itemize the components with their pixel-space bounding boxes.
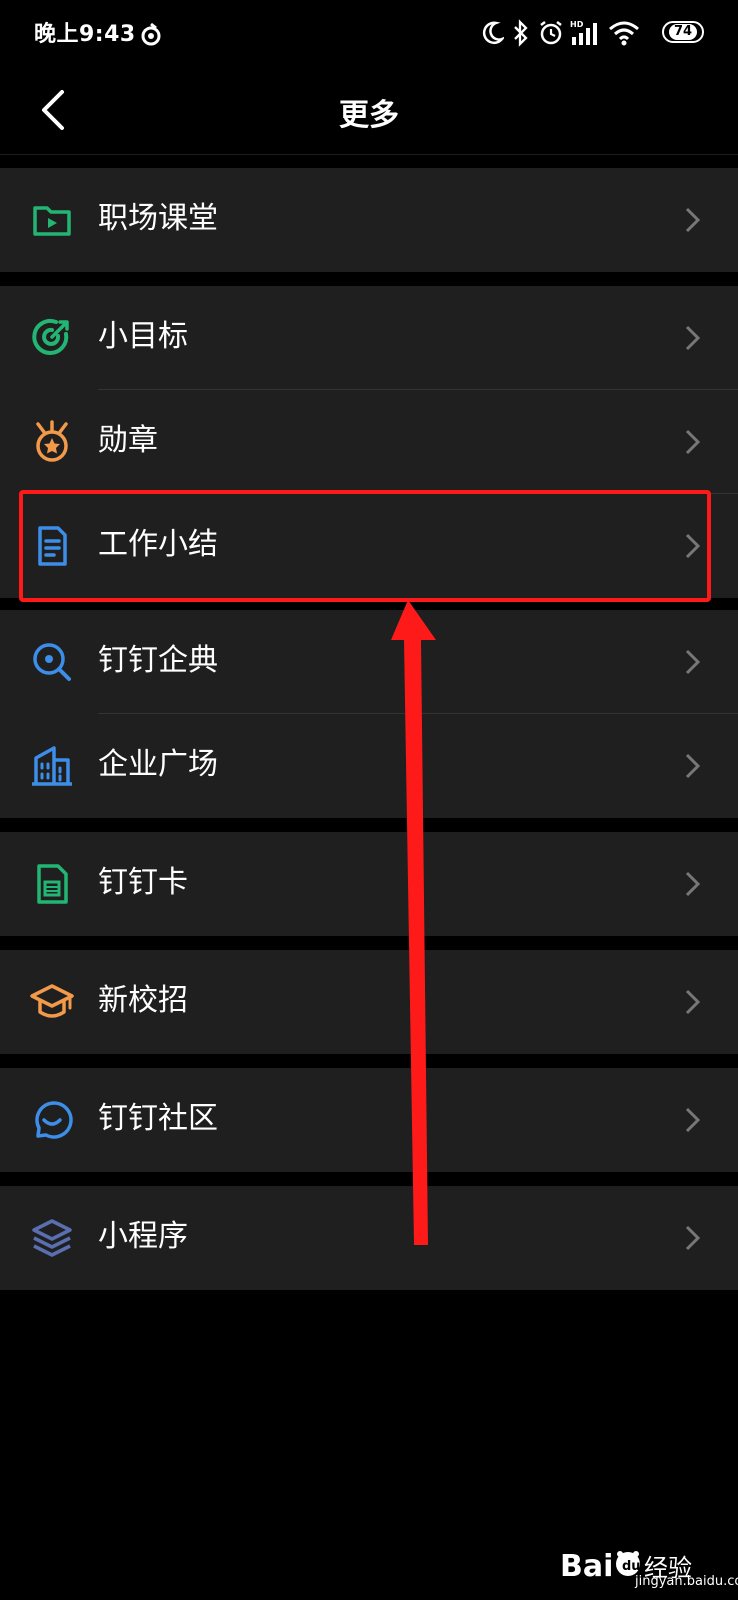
chevron-right-icon <box>685 649 701 675</box>
chevron-right-icon <box>685 325 701 351</box>
menu-item-label: 小目标 <box>98 319 188 354</box>
menu-item-label: 企业广场 <box>98 747 218 782</box>
svg-text:HD: HD <box>570 20 584 29</box>
menu-item-label: 新校招 <box>98 983 188 1018</box>
menu-item-mini-program[interactable]: 小程序 <box>0 1186 738 1290</box>
menu-item-campus-recruit[interactable]: 新校招 <box>0 950 738 1054</box>
menu-group-7: 小程序 <box>0 1186 738 1290</box>
page-title: 更多 <box>339 98 399 133</box>
watermark-url: jingyan.baidu.com <box>635 1574 738 1589</box>
menu-item-label: 小程序 <box>98 1219 188 1254</box>
status-bar: 晚上9:43 HD 74 <box>0 0 738 66</box>
target-icon <box>32 318 69 355</box>
chevron-right-icon <box>685 1107 701 1133</box>
moon-icon <box>482 21 504 45</box>
menu-item-label: 钉钉企典 <box>98 643 218 678</box>
alarm-icon <box>540 21 562 45</box>
svg-text:du: du <box>622 1559 641 1574</box>
battery-level: 74 <box>668 24 698 40</box>
menu-item-label: 钉钉社区 <box>98 1101 218 1136</box>
chevron-right-icon <box>685 1225 701 1251</box>
bluetooth-icon <box>514 19 528 47</box>
medal-icon <box>36 420 68 462</box>
notification-icon <box>141 22 161 46</box>
annotation-highlight-box <box>19 490 711 602</box>
menu-item-enterprise-plaza[interactable]: 企业广场 <box>0 714 738 818</box>
menu-group-4: 钉钉卡 <box>0 832 738 936</box>
signal-icon: HD <box>570 20 597 45</box>
menu-item-label: 勋章 <box>98 423 158 458</box>
chevron-right-icon <box>685 753 701 779</box>
wifi-icon <box>609 21 639 46</box>
menu-group-6: 钉钉社区 <box>0 1068 738 1172</box>
menu-item-dingtalk-card[interactable]: 钉钉卡 <box>0 832 738 936</box>
menu-group-3: 钉钉企典 企业广场 <box>0 610 738 818</box>
menu-item-medal[interactable]: 勋章 <box>0 390 738 494</box>
menu-item-label: 职场课堂 <box>98 201 218 236</box>
menu-item-enterprise-dictionary[interactable]: 钉钉企典 <box>0 610 738 714</box>
battery-indicator: 74 <box>662 21 704 43</box>
chevron-right-icon <box>685 207 701 233</box>
nav-bar: 更多 <box>0 66 738 155</box>
menu-item-small-goal[interactable]: 小目标 <box>0 286 738 390</box>
menu-item-career-class[interactable]: 职场课堂 <box>0 168 738 272</box>
video-folder-icon <box>33 206 71 236</box>
layers-icon <box>32 1219 72 1257</box>
status-time: 晚上9:43 <box>34 22 136 47</box>
chevron-right-icon <box>685 989 701 1015</box>
menu-item-label: 钉钉卡 <box>98 865 188 900</box>
building-icon <box>32 746 72 786</box>
search-magnifier-icon <box>33 643 71 681</box>
menu-item-community[interactable]: 钉钉社区 <box>0 1068 738 1172</box>
menu-group-1: 职场课堂 <box>0 168 738 272</box>
card-icon <box>37 864 68 904</box>
chat-bubble-icon <box>35 1101 73 1139</box>
chevron-right-icon <box>685 871 701 897</box>
graduation-cap-icon <box>30 984 74 1018</box>
svg-text:Bai: Bai <box>560 1549 613 1584</box>
chevron-right-icon <box>685 429 701 455</box>
menu-group-5: 新校招 <box>0 950 738 1054</box>
